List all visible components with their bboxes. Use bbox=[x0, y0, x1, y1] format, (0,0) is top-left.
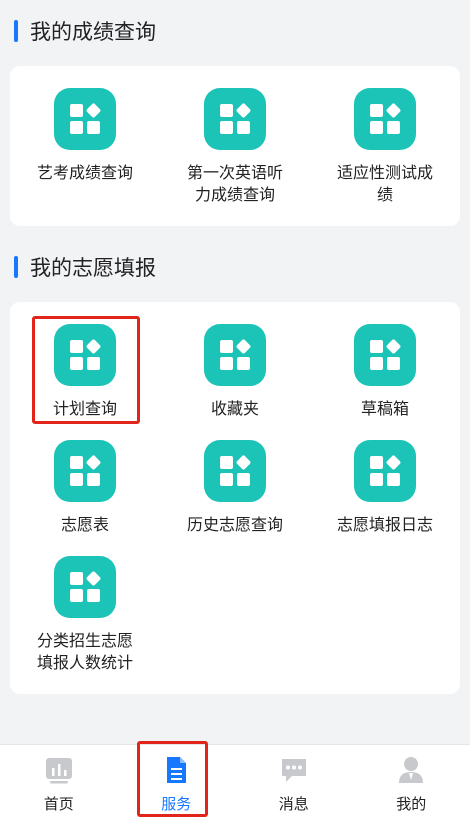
home-icon bbox=[45, 758, 72, 784]
apps-icon bbox=[204, 440, 266, 502]
tile-label: 第一次英语听力成绩查询 bbox=[186, 163, 283, 204]
tile-category-statistics[interactable]: 分类招生志愿填报人数统计 bbox=[10, 556, 160, 674]
section-accent-bar bbox=[14, 20, 18, 42]
section-title-scores: 我的成绩查询 bbox=[14, 16, 156, 46]
section-title-text: 我的成绩查询 bbox=[30, 20, 156, 44]
bottom-tab-bar: 首页 服务 消息 我的 bbox=[0, 744, 470, 827]
document-icon bbox=[167, 757, 187, 783]
tile-application-form[interactable]: 志愿表 bbox=[10, 440, 160, 536]
tab-services[interactable]: 服务 bbox=[118, 745, 236, 827]
tab-profile[interactable]: 我的 bbox=[353, 745, 470, 827]
apps-icon bbox=[204, 88, 266, 150]
tile-drafts[interactable]: 草稿箱 bbox=[310, 324, 460, 420]
apps-icon bbox=[54, 88, 116, 150]
section-accent-bar bbox=[14, 256, 18, 278]
tab-messages[interactable]: 消息 bbox=[235, 745, 353, 827]
tile-label: 分类招生志愿填报人数统计 bbox=[36, 631, 133, 672]
tile-filing-log[interactable]: 志愿填报日志 bbox=[310, 440, 460, 536]
tile-label: 艺考成绩查询 bbox=[36, 163, 133, 182]
scores-card: 艺考成绩查询 第一次英语听力成绩查询 适应性测试成绩 bbox=[10, 66, 460, 226]
tile-label: 收藏夹 bbox=[210, 399, 259, 418]
message-icon bbox=[281, 759, 306, 782]
apps-icon bbox=[54, 556, 116, 618]
tile-plan-query[interactable]: 计划查询 bbox=[10, 324, 160, 420]
tab-label: 我的 bbox=[396, 795, 427, 813]
apps-icon bbox=[204, 324, 266, 386]
tile-label: 志愿填报日志 bbox=[336, 515, 433, 534]
apps-icon bbox=[54, 440, 116, 502]
section-title-applications: 我的志愿填报 bbox=[14, 252, 156, 282]
apps-icon bbox=[354, 440, 416, 502]
tab-label: 消息 bbox=[278, 795, 309, 813]
tile-label: 志愿表 bbox=[60, 515, 109, 534]
applications-card: 计划查询 收藏夹 草稿箱 志愿表 历史志愿查询 志愿填报日志 分类招生志愿填报人… bbox=[10, 302, 460, 694]
tab-home[interactable]: 首页 bbox=[0, 745, 118, 827]
tile-label: 计划查询 bbox=[52, 399, 117, 418]
tab-label: 首页 bbox=[43, 795, 74, 813]
tile-english-listening-scores[interactable]: 第一次英语听力成绩查询 bbox=[160, 88, 310, 206]
tile-art-exam-scores[interactable]: 艺考成绩查询 bbox=[10, 88, 160, 184]
apps-icon bbox=[354, 324, 416, 386]
tile-label: 历史志愿查询 bbox=[186, 515, 283, 534]
apps-icon bbox=[54, 324, 116, 386]
apps-icon bbox=[354, 88, 416, 150]
user-icon bbox=[399, 757, 424, 783]
tile-favorites[interactable]: 收藏夹 bbox=[160, 324, 310, 420]
tab-label: 服务 bbox=[161, 795, 192, 813]
tile-label: 草稿箱 bbox=[360, 399, 409, 418]
section-title-text: 我的志愿填报 bbox=[30, 256, 156, 280]
tile-adaptive-test-scores[interactable]: 适应性测试成绩 bbox=[310, 88, 460, 206]
tile-history-query[interactable]: 历史志愿查询 bbox=[160, 440, 310, 536]
tile-label: 适应性测试成绩 bbox=[336, 163, 433, 204]
